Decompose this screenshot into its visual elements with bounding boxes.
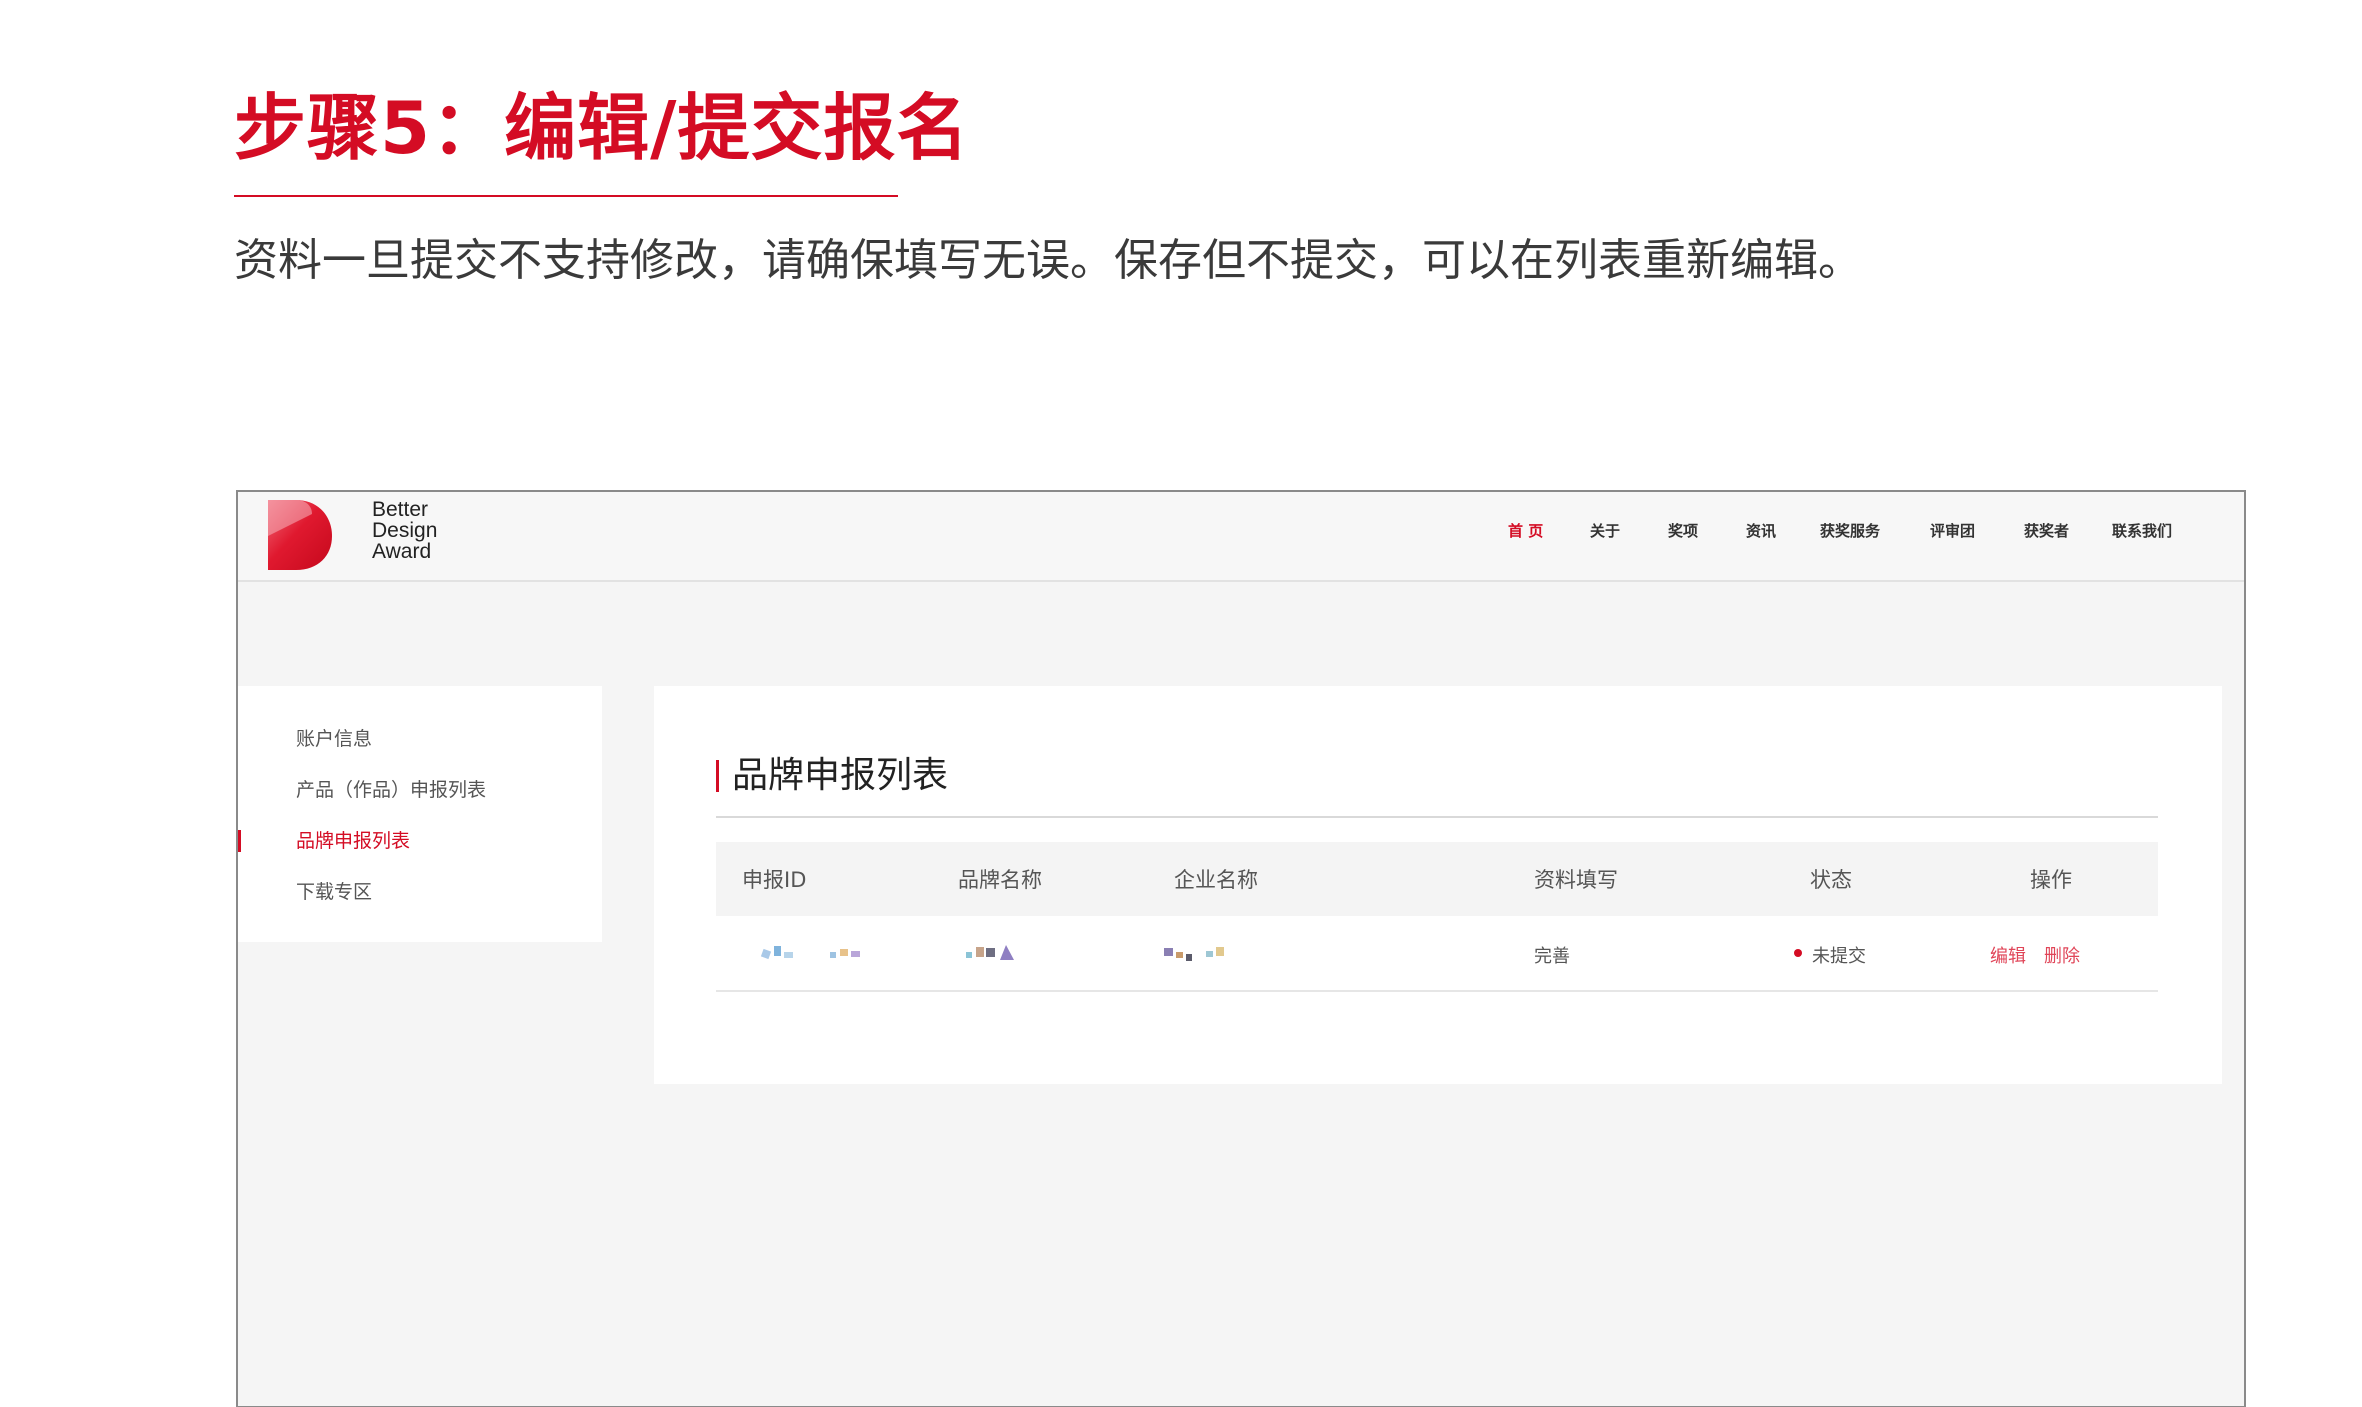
cell-completion: 完善 <box>1534 946 1570 967</box>
logo-line-1: Better <box>372 498 429 521</box>
panel-divider <box>716 816 2158 818</box>
redacted-id <box>760 946 860 960</box>
column-header-actions: 操作 <box>2030 868 2072 892</box>
step-description: 资料一旦提交不支持修改，请确保填写无误。保存但不提交，可以在列表重新编辑。 <box>234 235 1862 286</box>
column-header-id: 申报ID <box>742 868 807 892</box>
redacted-company-name <box>1164 947 1224 961</box>
sidebar-item-product-list[interactable]: 产品（作品）申报列表 <box>296 775 486 802</box>
nav-about[interactable]: 关于 <box>1590 520 1620 541</box>
brand-list-panel: 品牌申报列表 申报ID 品牌名称 企业名称 资料填写 状态 操作 完善 未提交 … <box>654 686 2222 1084</box>
sidebar-item-account[interactable]: 账户信息 <box>296 724 372 751</box>
table-header: 申报ID 品牌名称 企业名称 资料填写 状态 操作 <box>716 842 2158 916</box>
table-row: 完善 未提交 编辑 删除 <box>716 916 2158 992</box>
nav-winner-services[interactable]: 获奖服务 <box>1820 520 1880 541</box>
sidebar-item-downloads[interactable]: 下载专区 <box>296 877 372 904</box>
column-header-status: 状态 <box>1810 868 1852 892</box>
panel-title-marker <box>716 760 719 792</box>
sidebar-item-brand-list[interactable]: 品牌申报列表 <box>296 826 410 853</box>
nav-news[interactable]: 资讯 <box>1746 520 1776 541</box>
site-header: Better Design Award 首 页 关于 奖项 资讯 获奖服务 评审… <box>238 492 2244 582</box>
panel-title: 品牌申报列表 <box>732 755 949 796</box>
screenshot-frame: Better Design Award 首 页 关于 奖项 资讯 获奖服务 评审… <box>236 490 2246 1407</box>
cell-status: 未提交 <box>1812 946 1866 967</box>
nav-home[interactable]: 首 页 <box>1508 520 1543 541</box>
redacted-brand-name <box>966 945 1014 960</box>
edit-button[interactable]: 编辑 <box>1990 942 2026 968</box>
nav-awards[interactable]: 奖项 <box>1668 520 1698 541</box>
account-sidebar: 账户信息 产品（作品）申报列表 品牌申报列表 下载专区 <box>238 686 602 942</box>
nav-winners[interactable]: 获奖者 <box>2024 520 2069 541</box>
tutorial-page: 步骤5：编辑/提交报名 资料一旦提交不支持修改，请确保填写无误。保存但不提交，可… <box>0 0 2362 1407</box>
title-divider <box>234 195 898 197</box>
status-dot-icon <box>1794 949 1802 957</box>
delete-button[interactable]: 删除 <box>2044 942 2080 968</box>
column-header-completion: 资料填写 <box>1534 868 1618 892</box>
column-header-brand: 品牌名称 <box>958 868 1042 892</box>
nav-contact[interactable]: 联系我们 <box>2112 520 2172 541</box>
main-nav: 首 页 关于 奖项 资讯 获奖服务 评审团 获奖者 联系我们 <box>238 520 2244 550</box>
column-header-company: 企业名称 <box>1174 868 1258 892</box>
nav-jury[interactable]: 评审团 <box>1930 520 1975 541</box>
active-item-marker <box>238 830 241 852</box>
step-title: 步骤5：编辑/提交报名 <box>234 86 970 170</box>
